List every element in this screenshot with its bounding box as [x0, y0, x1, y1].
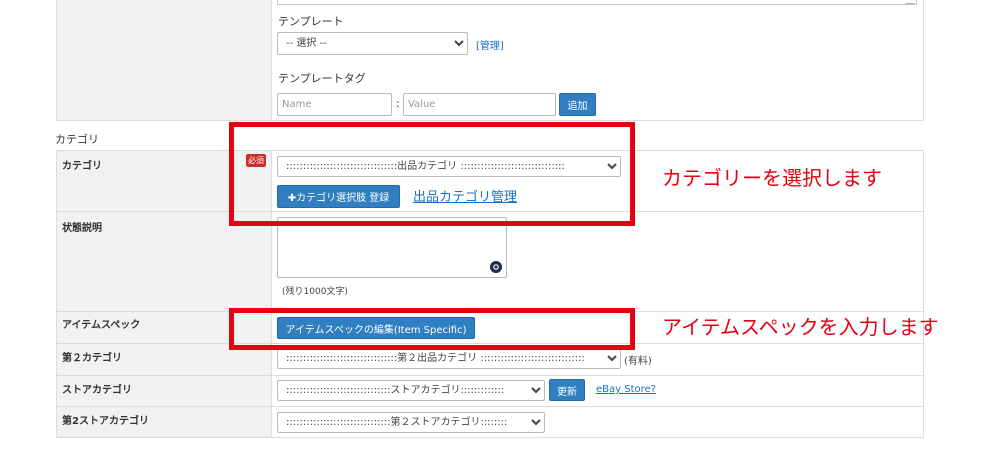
resize-grip-icon [906, 0, 914, 4]
template-manage-link[interactable]: [管理] [476, 37, 504, 52]
item-specifics-highlight-box [229, 308, 635, 350]
store-category-label: ストアカテゴリ [62, 385, 132, 396]
paid-note: (有料) [624, 356, 652, 367]
category-highlight-box [229, 122, 635, 226]
select-category-annotation: カテゴリーを選択します [662, 166, 882, 190]
tag-value-input[interactable] [403, 93, 556, 116]
enter-item-specifics-annotation: アイテムスペックを入力します [662, 315, 939, 339]
template-label: テンプレート [278, 15, 344, 28]
second-store-category-select[interactable]: :::::::::::::::::::::::::::::::第２ストアカテゴリ… [277, 412, 545, 433]
category-section-heading: カテゴリ [55, 133, 99, 146]
store-category-update-button[interactable]: 更新 [549, 379, 585, 401]
ebay-store-link[interactable]: eBay Store? [596, 384, 656, 395]
item-specifics-label: アイテムスペック [62, 320, 141, 331]
template-select[interactable]: -- 選択 -- [277, 32, 468, 55]
second-category-select[interactable]: :::::::::::::::::::::::::::::::::第２出品カテゴ… [277, 348, 621, 369]
grammarly-icon[interactable] [490, 261, 502, 273]
template-tag-label: テンプレートタグ [278, 72, 366, 85]
second-category-label: 第２カテゴリ [62, 353, 122, 364]
tag-name-input[interactable] [277, 93, 392, 116]
condition-remaining-count: (残り1000文字) [282, 287, 348, 297]
condition-textarea[interactable] [277, 217, 507, 278]
template-label-cell [56, 0, 272, 121]
tag-add-button[interactable]: 追加 [559, 93, 596, 116]
store-category-select[interactable]: :::::::::::::::::::::::::::::::ストアカテゴリ::… [277, 380, 545, 401]
category-label: カテゴリ [62, 161, 102, 172]
tag-separator: : [396, 97, 400, 110]
second-store-category-label: 第2ストアカテゴリ [62, 416, 149, 427]
condition-label: 状態説明 [62, 223, 102, 234]
upper-field-remnant [277, 0, 917, 5]
